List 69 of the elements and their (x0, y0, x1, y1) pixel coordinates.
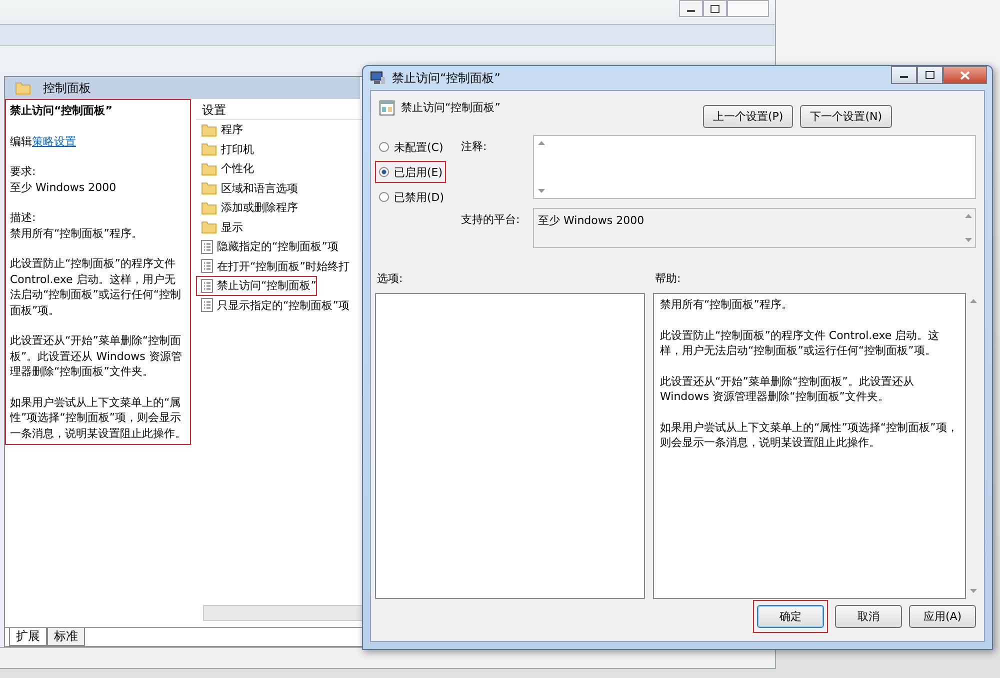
settings-list-item[interactable]: 程序 (196, 120, 244, 140)
settings-list-item[interactable]: 禁止访问“控制面板” (196, 276, 318, 296)
settings-window-icon (379, 100, 395, 116)
view-tab[interactable]: 标准 (47, 628, 85, 646)
platform-text: 至少 Windows 2000 (537, 213, 646, 229)
dialog-button[interactable]: 确定 (757, 604, 824, 628)
radio-option[interactable]: 已禁用(D) (375, 186, 448, 208)
scroll-down-icon (970, 589, 976, 593)
help-paragraph: 此设置还从“开始”菜单删除“控制面板”。此设置还从 Windows 资源管理器删除“控制面板”文件夹。 (660, 374, 915, 404)
scroll-up-icon (538, 141, 544, 145)
policy-title: 禁止访问“控制面板” (10, 103, 114, 118)
description-paragraph: 此设置防止“控制面板”的程序文件 Control.exe 启动。这样，用户无法启动“控制面板”或运行任何“控制面板”项。 (10, 256, 182, 318)
minimize-button[interactable] (679, 0, 703, 17)
folder-icon (201, 181, 217, 196)
options-label: 选项: (376, 271, 404, 287)
folder-icon (201, 220, 217, 234)
folder-icon (201, 142, 217, 156)
scroll-down-icon (964, 238, 972, 242)
radio-option[interactable]: 已启用(E) (375, 161, 446, 183)
folder-icon (201, 200, 217, 215)
settings-list-item[interactable]: 隐藏指定的“控制面板”项 (196, 237, 340, 256)
computer-icon (370, 71, 386, 85)
document-icon (201, 298, 213, 312)
scroll-down-icon (538, 189, 544, 193)
view-tab[interactable]: 扩展 (9, 628, 47, 646)
help-paragraph: 如果用户尝试从上下文菜单上的“属性”项选择“控制面板”项，则会显示一条消息，说明某设置阻止此操作。 (660, 420, 959, 450)
description-label: 描述: (10, 210, 37, 226)
radio-option[interactable]: 未配置(C) (375, 136, 446, 158)
maximize-icon (925, 71, 935, 79)
pane-title: 控制面板 (43, 80, 91, 96)
comment-label: 注释: (461, 139, 488, 155)
settings-list-item[interactable]: 区域和语言选项 (196, 178, 299, 198)
document-icon (201, 240, 213, 254)
folder-icon (201, 122, 217, 137)
settings-list-item[interactable]: 在打开“控制面板”时始终打 (196, 256, 350, 276)
requirement-label: 要求: (10, 164, 37, 180)
scroll-up-icon (964, 214, 972, 218)
settings-list-item[interactable]: 打印机 (196, 140, 255, 159)
help-paragraph: 此设置防止“控制面板”的程序文件 Control.exe 启动。这样，用户无法启动“控制面板”或运行任何“控制面板”项。 (660, 328, 940, 358)
help-label: 帮助: (654, 271, 682, 287)
nav-button[interactable]: 上一个设置(P) (702, 105, 794, 128)
dialog-button[interactable]: 应用(A) (909, 604, 976, 628)
close-icon (960, 70, 970, 80)
scroll-up-icon (970, 299, 976, 303)
settings-list-item[interactable]: 个性化 (196, 159, 255, 178)
dialog-button[interactable]: 取消 (835, 604, 902, 628)
maximize-button[interactable] (917, 66, 943, 84)
policy-settings-link[interactable]: 策略设置 (32, 134, 76, 148)
edit-line: 编辑策略设置 (10, 134, 77, 149)
settings-list-item[interactable]: 添加或删除程序 (196, 198, 299, 218)
settings-list-item[interactable]: 只显示指定的“控制面板”项 (196, 296, 350, 315)
folder-icon (15, 81, 31, 95)
description-paragraph: 此设置还从“开始”菜单删除“控制面板”。此设置还从 Windows 资源管理器删除“控制面板”文件夹。 (10, 333, 183, 380)
description-paragraph: 禁用所有“控制面板”程序。 (10, 226, 144, 241)
folder-icon (201, 162, 217, 176)
nav-button[interactable]: 下一个设置(N) (800, 105, 892, 128)
requirement-text: 至少 Windows 2000 (10, 180, 118, 195)
maximize-icon (710, 4, 720, 12)
policy-name: 禁止访问“控制面板” (401, 100, 500, 115)
document-icon (201, 259, 213, 274)
maximize-button[interactable] (703, 0, 727, 17)
comment-field[interactable] (533, 135, 976, 199)
settings-list-item[interactable]: 显示 (196, 218, 244, 237)
description-paragraph: 如果用户尝试从上下文菜单上的“属性”项选择“控制面板”项，则会显示一条消息，说明某设置阻止此操作。 (10, 394, 186, 441)
help-paragraph: 禁用所有“控制面板”程序。 (660, 297, 794, 312)
dialog-title: 禁止访问“控制面板” (392, 70, 500, 86)
minimize-button[interactable] (891, 66, 917, 84)
platform-label: 支持的平台: (461, 212, 521, 228)
document-icon (201, 278, 213, 293)
